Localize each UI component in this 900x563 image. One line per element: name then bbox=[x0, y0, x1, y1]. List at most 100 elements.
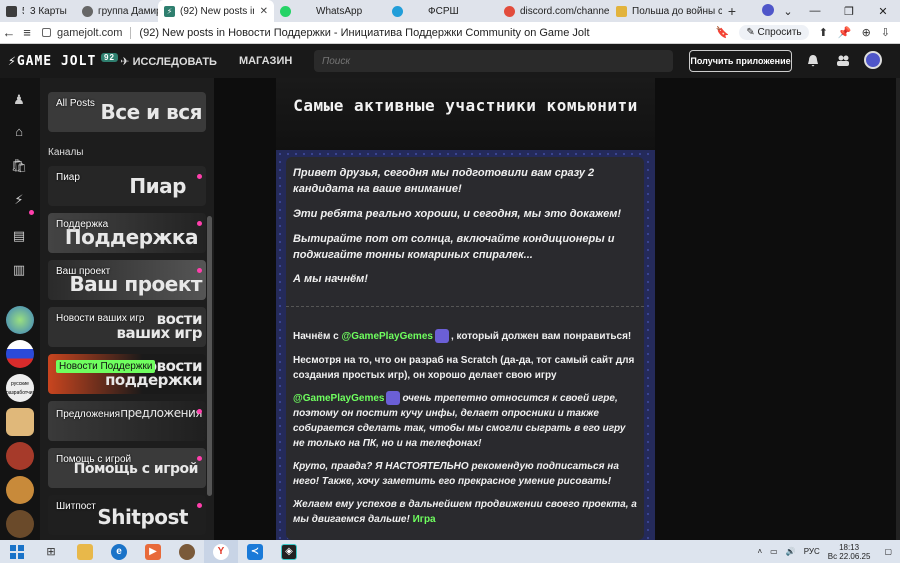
post-paragraph: Эти ребята реально хороши, и сегодня, мы… bbox=[293, 208, 622, 220]
post-banner: Самые активные участники комьюнити bbox=[276, 78, 655, 150]
divider bbox=[130, 26, 132, 39]
windows-taskbar: ⊞ e ▶ Y ≺ ◈ ˄ ▭ 🔊 РУС 18:13 Вс 22.06.25 ▢ bbox=[0, 540, 900, 563]
store-icon[interactable]: 🛍 bbox=[9, 156, 29, 176]
tabs-menu-icon[interactable]: ⌄ bbox=[778, 5, 798, 18]
post-paragraph: А мы начнём! bbox=[293, 273, 368, 285]
tab-gamejolt[interactable]: ⚡(92) New posts in Hoв✕ bbox=[158, 0, 274, 22]
volume-icon[interactable]: 🔊 bbox=[786, 547, 796, 556]
bookmark-icon[interactable]: 🔖 bbox=[716, 26, 730, 39]
library-icon[interactable]: ▤ bbox=[9, 226, 29, 246]
notification-count-badge: 92 bbox=[101, 52, 118, 62]
download-icon[interactable]: ⇩ bbox=[881, 26, 890, 39]
task-view-icon[interactable]: ⊞ bbox=[34, 540, 68, 563]
menu-icon[interactable]: ≡ bbox=[18, 25, 36, 40]
post-paragraph: Вытирайте пот от солнца, включайте конди… bbox=[293, 233, 615, 261]
tab-damir-group[interactable]: группа Дамира bbox=[76, 0, 158, 22]
close-window-button[interactable]: ✕ bbox=[866, 5, 900, 18]
pin-icon[interactable]: 📌 bbox=[838, 26, 852, 39]
yandex-browser-icon[interactable]: Y bbox=[204, 540, 238, 563]
post-paragraph: Несмотря на то, что он разраб на Scratch… bbox=[293, 355, 635, 381]
page-title: (92) New posts in Новости Поддержки - Ин… bbox=[139, 26, 590, 39]
user-avatar[interactable] bbox=[864, 51, 882, 69]
user-avatar-emoji bbox=[434, 329, 449, 344]
start-button[interactable] bbox=[0, 540, 34, 563]
tab-poland[interactable]: Польша до войны с ссср bbox=[610, 0, 722, 22]
user-mention[interactable]: @GamePlayGemes bbox=[341, 331, 432, 342]
stats-icon[interactable]: ▥ bbox=[9, 260, 29, 280]
community-icon-1[interactable] bbox=[6, 306, 34, 334]
tab-maps[interactable]: 3 Карты bbox=[24, 0, 76, 22]
search-input[interactable] bbox=[314, 50, 673, 72]
close-tab-icon[interactable]: ✕ bbox=[260, 6, 268, 17]
community-icon-5[interactable] bbox=[6, 442, 34, 470]
left-rail: ♟ ⌂ 🛍 ⚡ ▤ ▥ русские разработчики bbox=[0, 78, 40, 540]
channel-scrollbar[interactable] bbox=[207, 216, 212, 496]
channel-all-posts[interactable]: Все и вся All Posts bbox=[48, 92, 206, 132]
channel-label: All Posts bbox=[56, 98, 95, 109]
globe-app-icon[interactable] bbox=[170, 540, 204, 563]
back-arrow-icon[interactable]: ← bbox=[0, 25, 18, 40]
community-icon-7[interactable] bbox=[6, 510, 34, 538]
friends-icon[interactable] bbox=[836, 54, 850, 67]
activity-icon[interactable]: ⚡ bbox=[9, 190, 29, 210]
gamejolt-logo[interactable]: ⚡GAME JOLT 92 bbox=[8, 52, 118, 69]
extension-icon[interactable]: ⬆ bbox=[819, 26, 828, 39]
notifications-icon[interactable]: ▢ bbox=[884, 547, 892, 556]
post-paragraph: Привет друзья, сегодня мы подготовили ва… bbox=[293, 167, 595, 195]
ask-button[interactable]: ✎ Спросить bbox=[739, 25, 809, 40]
system-tray: ˄ ▭ 🔊 РУС 18:13 Вс 22.06.25 ▢ bbox=[758, 540, 900, 563]
game-link[interactable]: Игра bbox=[413, 514, 436, 525]
explorer-icon[interactable] bbox=[68, 540, 102, 563]
post-card: Привет друзья, сегодня мы подготовили ва… bbox=[286, 157, 644, 540]
tab-fsrsh[interactable]: ФСРШ bbox=[386, 0, 498, 22]
community-icon-6[interactable] bbox=[6, 476, 34, 504]
notification-dot bbox=[29, 210, 34, 215]
main-feed: Самые активные участники комьюнити Приве… bbox=[214, 78, 900, 540]
zen-icon bbox=[616, 5, 627, 17]
edge-icon[interactable]: e bbox=[102, 540, 136, 563]
community-icon-bendy[interactable] bbox=[6, 408, 34, 436]
community-icon-russia[interactable] bbox=[6, 340, 34, 368]
store-link[interactable]: МАГАЗИН bbox=[239, 55, 292, 67]
bell-icon[interactable] bbox=[807, 54, 819, 67]
user-avatar-emoji bbox=[386, 391, 401, 406]
tray-arrow-icon[interactable]: ˄ bbox=[758, 547, 763, 556]
post-paragraph: @GamePlayGemes очень трепетно относится к… bbox=[293, 391, 626, 449]
address-actions: 🔖 ✎ Спросить ⬆ 📌 ⊕ ⇩ bbox=[716, 25, 890, 40]
tab-icon bbox=[6, 5, 17, 17]
explore-link[interactable]: ✈ ИССЛЕДОВАТЬ bbox=[120, 55, 217, 68]
translate-icon[interactable]: ⊕ bbox=[862, 26, 871, 39]
tab-discord[interactable]: discord.com/channels/@ bbox=[498, 0, 610, 22]
network-icon[interactable]: ▭ bbox=[770, 547, 778, 556]
media-player-icon[interactable]: ▶ bbox=[136, 540, 170, 563]
discord-icon bbox=[504, 5, 515, 17]
banner-title: Самые активные участники комьюнити bbox=[293, 96, 638, 115]
discover-icon[interactable]: ♟ bbox=[9, 90, 29, 110]
minimize-button[interactable]: — bbox=[798, 5, 832, 17]
whatsapp-icon bbox=[280, 5, 291, 17]
tab-icon bbox=[82, 5, 93, 17]
clock[interactable]: 18:13 Вс 22.06.25 bbox=[828, 543, 871, 561]
post-paragraph: Круто, правда? Я НАСТОЯТЕЛЬНО рекомендую… bbox=[293, 461, 619, 487]
user-mention[interactable]: @GamePlayGemes bbox=[293, 393, 384, 404]
gamejolt-header: ⚡GAME JOLT92 ✈ ИССЛЕДОВАТЬ МАГАЗИН ⋮ Пол… bbox=[0, 44, 900, 78]
community-icon-rus-dev[interactable]: русские разработчики bbox=[6, 374, 34, 402]
post-divider bbox=[286, 306, 644, 307]
get-app-button[interactable]: Получить приложение bbox=[689, 50, 792, 72]
tab-whatsapp[interactable]: WhatsApp bbox=[274, 0, 386, 22]
language-indicator[interactable]: РУС bbox=[804, 547, 820, 556]
window-controls: ⌄ — ❐ ✕ bbox=[758, 0, 900, 22]
maximize-button[interactable]: ❐ bbox=[832, 5, 866, 18]
home-icon[interactable]: ⌂ bbox=[9, 122, 29, 142]
new-tab-button[interactable]: + bbox=[722, 3, 742, 19]
tab-1[interactable]: 5 bbox=[0, 0, 24, 22]
channels-heading: Каналы bbox=[48, 147, 84, 158]
app-icon[interactable]: ◈ bbox=[272, 540, 306, 563]
windows-icon bbox=[10, 544, 24, 559]
profile-icon[interactable] bbox=[758, 3, 778, 19]
url-field[interactable]: gamejolt.com bbox=[42, 27, 122, 39]
address-bar: ← ≡ gamejolt.com (92) New posts in Новос… bbox=[0, 22, 900, 44]
post-paragraph: Начнём с @GamePlayGemes, который должен … bbox=[293, 329, 632, 344]
main-scrollbar[interactable] bbox=[896, 78, 900, 540]
vscode-icon[interactable]: ≺ bbox=[238, 540, 272, 563]
